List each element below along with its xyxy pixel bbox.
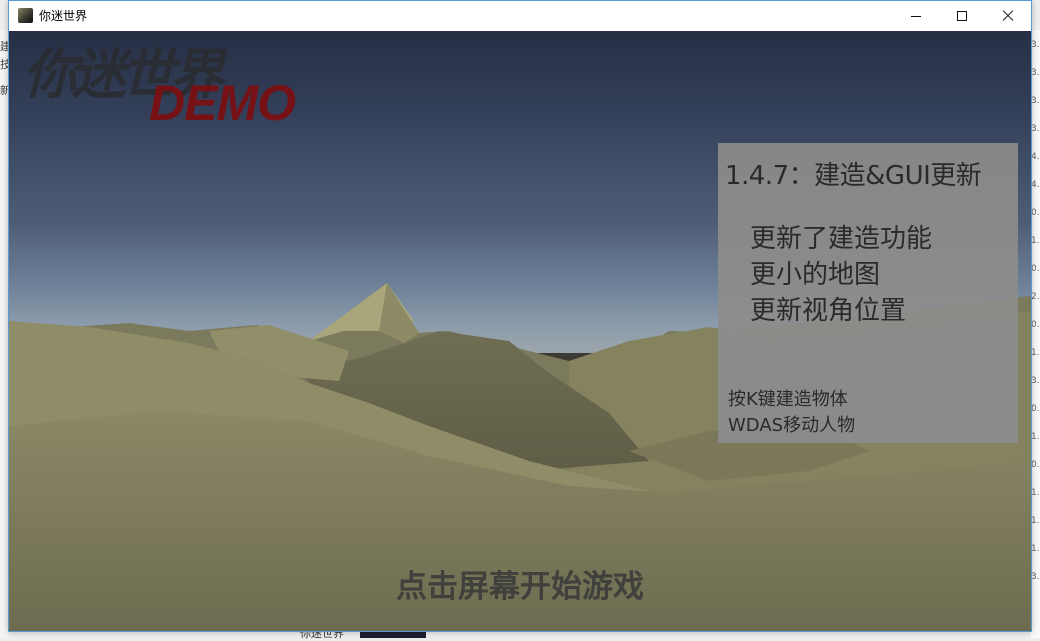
background-number-fragment: 0. bbox=[1031, 460, 1040, 470]
background-number-fragment: 3. bbox=[1031, 96, 1040, 106]
controls-hints: 按K键建造物体 WDAS移动人物 bbox=[728, 387, 855, 439]
update-item: 更小的地图 bbox=[750, 260, 881, 290]
background-desktop-right: 3. 3. 3. 3. 4. 4. 0. 1. 0. 2. 0. 1. 3. 0. 1. 0. 1. 1. 1. 3. bbox=[1031, 30, 1040, 638]
minimize-button[interactable] bbox=[893, 1, 939, 31]
version-title: 1.4.7：建造&GUI更新 bbox=[725, 161, 982, 191]
game-viewport[interactable]: 你迷世界 DEMO 1.4.7：建造&GUI更新 更新了建造功能 更小的地图 更… bbox=[9, 31, 1031, 631]
hint-move: WDAS移动人物 bbox=[728, 415, 856, 436]
background-number-fragment: 3. bbox=[1031, 124, 1040, 134]
background-number-fragment: 4. bbox=[1031, 152, 1040, 162]
background-desktop-left: 建 技 新 bbox=[0, 30, 11, 638]
background-number-fragment: 1. bbox=[1031, 516, 1040, 526]
update-list: 更新了建造功能 更小的地图 更新视角位置 bbox=[750, 221, 932, 329]
background-number-fragment: 1. bbox=[1031, 432, 1040, 442]
background-number-fragment: 0. bbox=[1031, 404, 1040, 414]
background-number-fragment: 3. bbox=[1031, 376, 1040, 386]
update-item: 更新了建造功能 bbox=[750, 224, 933, 254]
title-bar[interactable]: 你迷世界 bbox=[9, 1, 1031, 31]
background-number-fragment: 3. bbox=[1031, 572, 1040, 582]
background-number-fragment: 0. bbox=[1031, 320, 1040, 330]
update-notes-panel: 1.4.7：建造&GUI更新 更新了建造功能 更小的地图 更新视角位置 按K键建… bbox=[718, 143, 1018, 443]
background-number-fragment: 1. bbox=[1031, 488, 1040, 498]
background-number-fragment: 4. bbox=[1031, 180, 1040, 190]
window-title: 你迷世界 bbox=[39, 9, 88, 23]
background-number-fragment: 1. bbox=[1031, 348, 1040, 358]
app-icon bbox=[18, 8, 33, 23]
start-game-prompt[interactable]: 点击屏幕开始游戏 bbox=[9, 561, 1031, 606]
game-logo-demo: DEMO bbox=[149, 75, 296, 131]
maximize-button[interactable] bbox=[939, 1, 985, 31]
update-item: 更新视角位置 bbox=[750, 296, 907, 326]
close-button[interactable] bbox=[985, 1, 1031, 31]
background-number-fragment: 2. bbox=[1031, 292, 1040, 302]
background-number-fragment: 0. bbox=[1031, 264, 1040, 274]
background-number-fragment: 3. bbox=[1031, 68, 1040, 78]
background-number-fragment: 0. bbox=[1031, 208, 1040, 218]
background-number-fragment: 1. bbox=[1031, 544, 1040, 554]
hint-build: 按K键建造物体 bbox=[728, 389, 848, 410]
game-window: 你迷世界 你迷世界 DEMO 1.4.7：建造&GUI更新 更新了建造功能 更小… bbox=[8, 0, 1032, 632]
background-number-fragment: 1. bbox=[1031, 236, 1040, 246]
background-number-fragment: 3. bbox=[1031, 40, 1040, 50]
